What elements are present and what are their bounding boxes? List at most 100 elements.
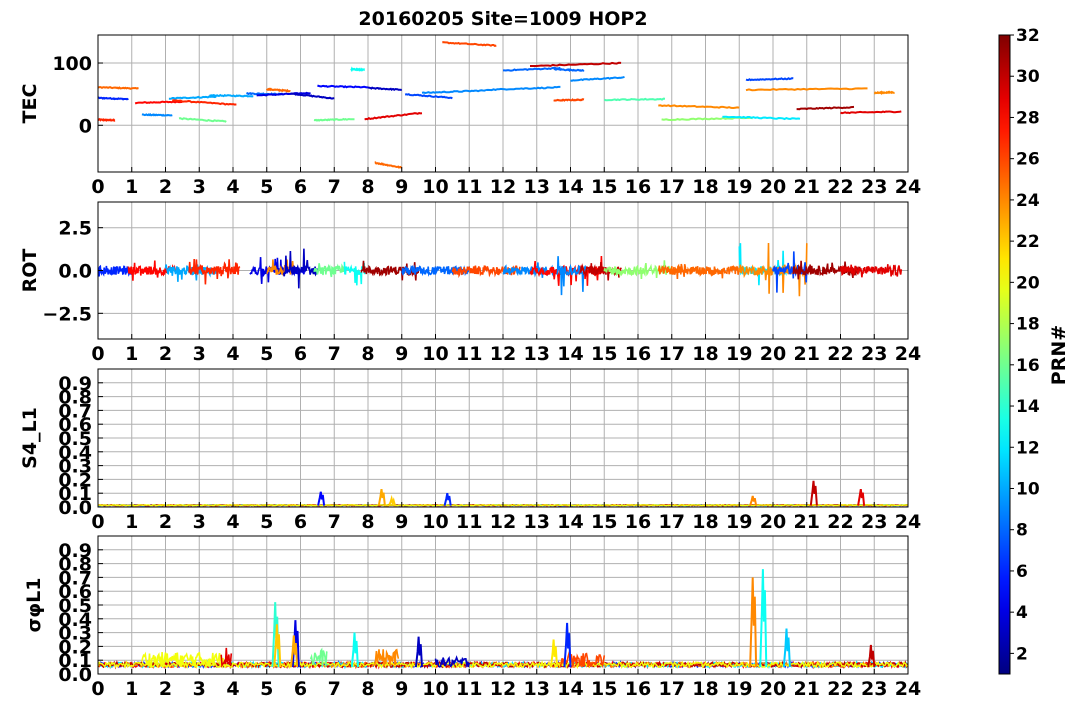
series-line [553, 98, 585, 102]
y-tick-label: −2.5 [42, 303, 92, 325]
y-axis-label: TEC [19, 84, 41, 124]
series-line [658, 104, 740, 110]
x-tick-label: 24 [895, 678, 921, 700]
colorbar-tick-label: 24 [1016, 191, 1040, 211]
x-tick-label: 14 [557, 511, 583, 533]
x-tick-label: 15 [591, 678, 617, 700]
series-line [317, 84, 368, 89]
series-line [553, 67, 585, 72]
x-tick-label: 11 [456, 678, 482, 700]
panel-1: 0 1 2 3 4 5 6 7 8 9 10 11 12 13 14 15 16 17 18 19 20 21 22 23 24… [19, 34, 921, 198]
x-tick-label: 24 [895, 343, 921, 365]
x-tick-label: 9 [395, 678, 408, 700]
series-line [404, 93, 453, 100]
panel-3: 0 1 2 3 4 5 6 7 8 9 10 11 12 13 14 15 16 17 18 19 20 21 22 23 24… [19, 368, 921, 533]
x-tick-label: 16 [625, 176, 651, 198]
series-line [313, 117, 355, 122]
x-tick-label: 22 [827, 678, 853, 700]
x-tick-label: 5 [260, 176, 273, 198]
y-tick-label: 2.5 [58, 218, 92, 240]
y-axis-label: ROT [19, 249, 41, 293]
x-tick-label: 12 [490, 678, 516, 700]
y-tick-label: 0.9 [58, 373, 92, 395]
x-tick-label: 23 [861, 176, 887, 198]
x-tick-label: 4 [226, 343, 239, 365]
x-tick-label: 18 [692, 511, 718, 533]
x-tick-label: 3 [193, 511, 206, 533]
series-group [98, 41, 902, 169]
x-tick-label: 16 [625, 511, 651, 533]
x-tick-label: 13 [524, 176, 550, 198]
x-tick-label: 6 [294, 176, 307, 198]
x-tick-label: 0 [91, 678, 104, 700]
x-tick-label: 24 [895, 511, 921, 533]
series-line [367, 86, 402, 92]
x-tick-label: 7 [328, 343, 341, 365]
series-line [796, 105, 855, 111]
series-line [840, 110, 902, 115]
x-tick-label: 16 [625, 678, 651, 700]
colorbar-tick-label: 14 [1016, 397, 1040, 417]
x-tick-label: 8 [361, 176, 374, 198]
x-tick-label: 20 [760, 511, 786, 533]
x-tick-label: 10 [422, 511, 448, 533]
x-tick-label: 12 [490, 176, 516, 198]
x-tick-label: 6 [294, 511, 307, 533]
x-tick-label: 10 [422, 176, 448, 198]
series-line [134, 100, 183, 105]
x-tick-label: 0 [91, 511, 104, 533]
series-line [873, 90, 896, 96]
x-tick-label: 1 [125, 343, 138, 365]
x-tick-label: 1 [125, 511, 138, 533]
spike-line [443, 493, 452, 506]
colorbar-tick-label: 10 [1016, 479, 1040, 499]
x-tick-label: 14 [557, 176, 583, 198]
colorbar-tick-label: 2 [1016, 644, 1028, 664]
x-tick-label: 17 [659, 343, 685, 365]
x-tick-label: 9 [395, 343, 408, 365]
y-axis-label: S4_L1 [19, 407, 41, 469]
panel-2: 0 1 2 3 4 5 6 7 8 9 10 11 12 13 14 15 16 17 18 19 20 21 22 23 24… [19, 201, 921, 365]
x-tick-label: 4 [226, 176, 239, 198]
x-tick-label: 21 [794, 176, 820, 198]
series-line [208, 93, 254, 98]
colorbar-label: PRN# [1048, 325, 1070, 385]
x-tick-label: 12 [490, 511, 516, 533]
series-line [313, 263, 345, 278]
x-tick-label: 2 [159, 343, 172, 365]
x-tick-label: 19 [726, 678, 752, 700]
series-line [178, 117, 227, 123]
series-line [745, 77, 794, 82]
x-tick-label: 14 [557, 678, 583, 700]
spike-line [809, 480, 818, 506]
series-line [603, 97, 666, 102]
x-tick-label: 20 [760, 343, 786, 365]
series-line [745, 87, 868, 92]
colorbar: 2468101214161820222426283032 PRN# [998, 26, 1070, 675]
x-tick-label: 20 [760, 678, 786, 700]
x-tick-label: 3 [193, 176, 206, 198]
colorbar-gradient [998, 34, 1011, 675]
x-tick-label: 23 [861, 678, 887, 700]
x-tick-label: 10 [422, 678, 448, 700]
colorbar-tick-label: 18 [1016, 315, 1040, 335]
x-tick-label: 5 [260, 343, 273, 365]
x-tick-label: 13 [524, 678, 550, 700]
x-tick-label: 23 [861, 343, 887, 365]
x-tick-label: 19 [726, 343, 752, 365]
x-tick-label: 11 [456, 511, 482, 533]
x-tick-label: 17 [659, 176, 685, 198]
y-axis-label: σφL1 [23, 578, 45, 633]
x-tick-label: 4 [226, 678, 239, 700]
x-tick-label: 20 [760, 176, 786, 198]
x-tick-label: 10 [422, 343, 448, 365]
series-line [738, 243, 788, 286]
series-line [141, 113, 173, 117]
x-tick-label: 15 [591, 176, 617, 198]
spike-line [377, 488, 386, 506]
series-line [265, 87, 291, 93]
x-tick-label: 18 [692, 678, 718, 700]
x-tick-label: 18 [692, 343, 718, 365]
x-tick-label: 7 [328, 678, 341, 700]
x-tick-label: 9 [395, 176, 408, 198]
